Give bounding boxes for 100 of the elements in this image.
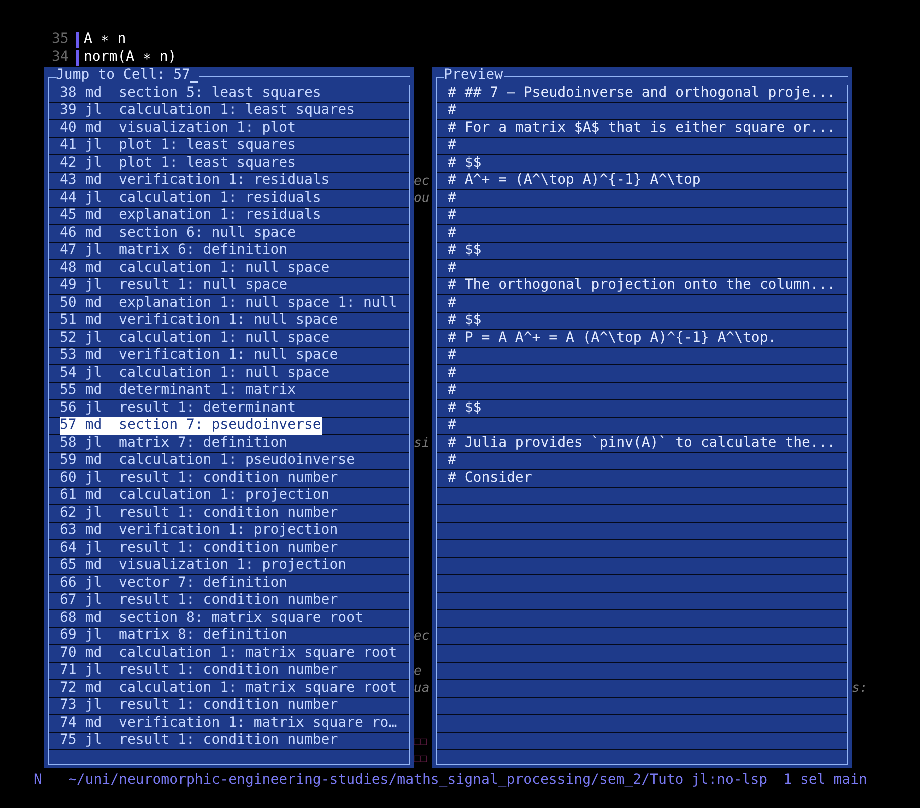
cell-list-item[interactable]: 39 jl calculation 1: least squares (49, 102, 409, 120)
cell-language: md (85, 382, 102, 398)
cell-list-item[interactable]: 42 jl plot 1: least squares (49, 155, 409, 172)
cell-number: 71 (60, 662, 77, 678)
cell-language: md (85, 224, 102, 240)
preview-line: # (437, 260, 847, 278)
cell-title: calculation 1: null space (119, 364, 330, 380)
cell-list-item[interactable]: 41 jl plot 1: least squares (49, 138, 409, 155)
cell-number: 67 (60, 592, 77, 608)
preview-line: # $$ (437, 400, 847, 418)
cell-list-item[interactable]: 62 jl result 1: condition number (49, 505, 409, 522)
cell-list-item[interactable]: 67 jl result 1: condition number (49, 592, 409, 610)
preview-line: # (437, 225, 847, 242)
cell-title: matrix 8: definition (119, 627, 288, 643)
cell-number: 73 (60, 697, 77, 713)
cell-list-item[interactable]: 45 md explanation 1: residuals (49, 208, 409, 225)
cell-number: 40 (60, 120, 77, 136)
cell-language: jl (85, 102, 102, 118)
cell-title: calculation 1: pseudoinverse (119, 452, 356, 468)
cell-number: 49 (60, 277, 77, 293)
cell-language: jl (85, 154, 102, 170)
cell-list-item[interactable]: 54 jl calculation 1: null space (49, 365, 409, 382)
cell-list-item[interactable]: 58 jl matrix 7: definition (49, 435, 409, 452)
code-line: A ∗ n (84, 31, 126, 49)
cell-list-item[interactable]: 69 jl matrix 8: definition (49, 628, 409, 645)
code-line: norm(A ∗ n) (84, 49, 177, 67)
cell-list-item[interactable]: 51 md verification 1: null space (49, 312, 409, 330)
cell-list-item[interactable]: 64 jl result 1: condition number (49, 540, 409, 558)
preview-line: # Julia provides `pinv(A)` to calculate the... (437, 435, 847, 452)
cell-language: jl (85, 592, 102, 608)
cell-number: 45 (60, 207, 77, 223)
cell-number: 46 (60, 224, 77, 240)
cell-list-item[interactable]: 40 md visualization 1: plot (49, 120, 409, 138)
cell-language: md (85, 120, 102, 136)
cell-title: verification 1: null space (119, 347, 338, 363)
cell-language: md (85, 557, 102, 573)
cell-number: 64 (60, 540, 77, 556)
cell-number: 52 (60, 330, 77, 346)
cell-language: jl (85, 470, 102, 486)
cell-title: calculation 1: null space (119, 260, 330, 276)
cell-title: vector 7: definition (119, 574, 288, 590)
cell-list-item[interactable]: 68 md section 8: matrix square root (49, 610, 409, 628)
cell-list-item[interactable]: 63 md verification 1: projection (49, 522, 409, 540)
preview-line: # (437, 208, 847, 225)
cell-language: md (85, 172, 102, 188)
cell-list-item[interactable]: 55 md determinant 1: matrix (49, 382, 409, 400)
cell-list-item[interactable]: 65 md visualization 1: projection (49, 558, 409, 575)
cell-list-item[interactable]: 47 jl matrix 6: definition (49, 242, 409, 260)
cell-list-item[interactable]: 46 md section 6: null space (49, 225, 409, 242)
cell-number: 61 (60, 487, 77, 503)
cell-number: 50 (60, 294, 77, 310)
cell-language: md (85, 312, 102, 328)
preview-line: # (437, 190, 847, 208)
cell-title: plot 1: least squares (119, 137, 296, 153)
cell-language: md (85, 347, 102, 363)
cell-language: md (85, 487, 102, 503)
cell-language: md (85, 417, 102, 433)
cell-title: explanation 1: null space 1: null (119, 294, 398, 310)
cell-list-item[interactable]: 43 md verification 1: residuals (49, 172, 409, 190)
cell-number: 44 (60, 190, 77, 206)
cell-list-item[interactable]: 50 md explanation 1: null space 1: null (49, 295, 409, 312)
cell-list-item[interactable]: 59 md calculation 1: pseudoinverse (49, 452, 409, 470)
cell-list-item[interactable]: 48 md calculation 1: null space (49, 260, 409, 278)
background-text: □□ (414, 751, 428, 767)
cell-list-item[interactable]: 60 jl result 1: condition number (49, 470, 409, 488)
cell-number: 72 (60, 680, 77, 696)
cell-list-item[interactable]: 75 jl result 1: condition number (49, 732, 409, 750)
cell-list-item[interactable]: 52 jl calculation 1: null space (49, 330, 409, 348)
cell-list-item[interactable]: 72 md calculation 1: matrix square root (49, 680, 409, 698)
cell-number: 63 (60, 522, 77, 538)
cell-title: calculation 1: matrix square root (119, 680, 398, 696)
cell-list-item[interactable]: 61 md calculation 1: projection (49, 488, 409, 505)
cell-number: 39 (60, 102, 77, 118)
preview-line: # $$ (437, 155, 847, 172)
cell-language: jl (85, 242, 102, 258)
cell-title: result 1: determinant (119, 400, 296, 416)
text-cursor (190, 80, 198, 83)
cell-title: calculation 1: null space (119, 330, 330, 346)
cell-list-item[interactable]: 53 md verification 1: null space (49, 348, 409, 365)
preview-line: # A^+ = (A^\top A)^{-1} A^\top (437, 172, 847, 190)
cell-list-item[interactable]: 71 jl result 1: condition number (49, 662, 409, 680)
cell-language: jl (85, 364, 102, 380)
cell-title: section 8: matrix square root (119, 610, 364, 626)
cell-number: 53 (60, 347, 77, 363)
jump-query-field[interactable]: 57 (174, 67, 198, 85)
cell-number: 57 (60, 417, 77, 433)
cell-list-item[interactable]: 73 jl result 1: condition number (49, 698, 409, 715)
cell-title: plot 1: least squares (119, 154, 296, 170)
cell-title: result 1: condition number (119, 592, 338, 608)
cell-list-item[interactable]: 38 md section 5: least squares (49, 85, 409, 102)
cell-list-item[interactable]: 44 jl calculation 1: residuals (49, 190, 409, 208)
cell-list-item[interactable]: 70 md calculation 1: matrix square root (49, 645, 409, 662)
cell-list-item[interactable]: 49 jl result 1: null space (49, 278, 409, 295)
preview-line: # (437, 382, 847, 400)
cell-number: 74 (60, 714, 77, 730)
cell-number: 69 (60, 627, 77, 643)
cell-list-item[interactable]: 66 jl vector 7: definition (49, 575, 409, 592)
cell-list-item[interactable]: 74 md verification 1: matrix square ro… (49, 715, 409, 732)
cell-language: md (85, 610, 102, 626)
cell-language: jl (85, 330, 102, 346)
